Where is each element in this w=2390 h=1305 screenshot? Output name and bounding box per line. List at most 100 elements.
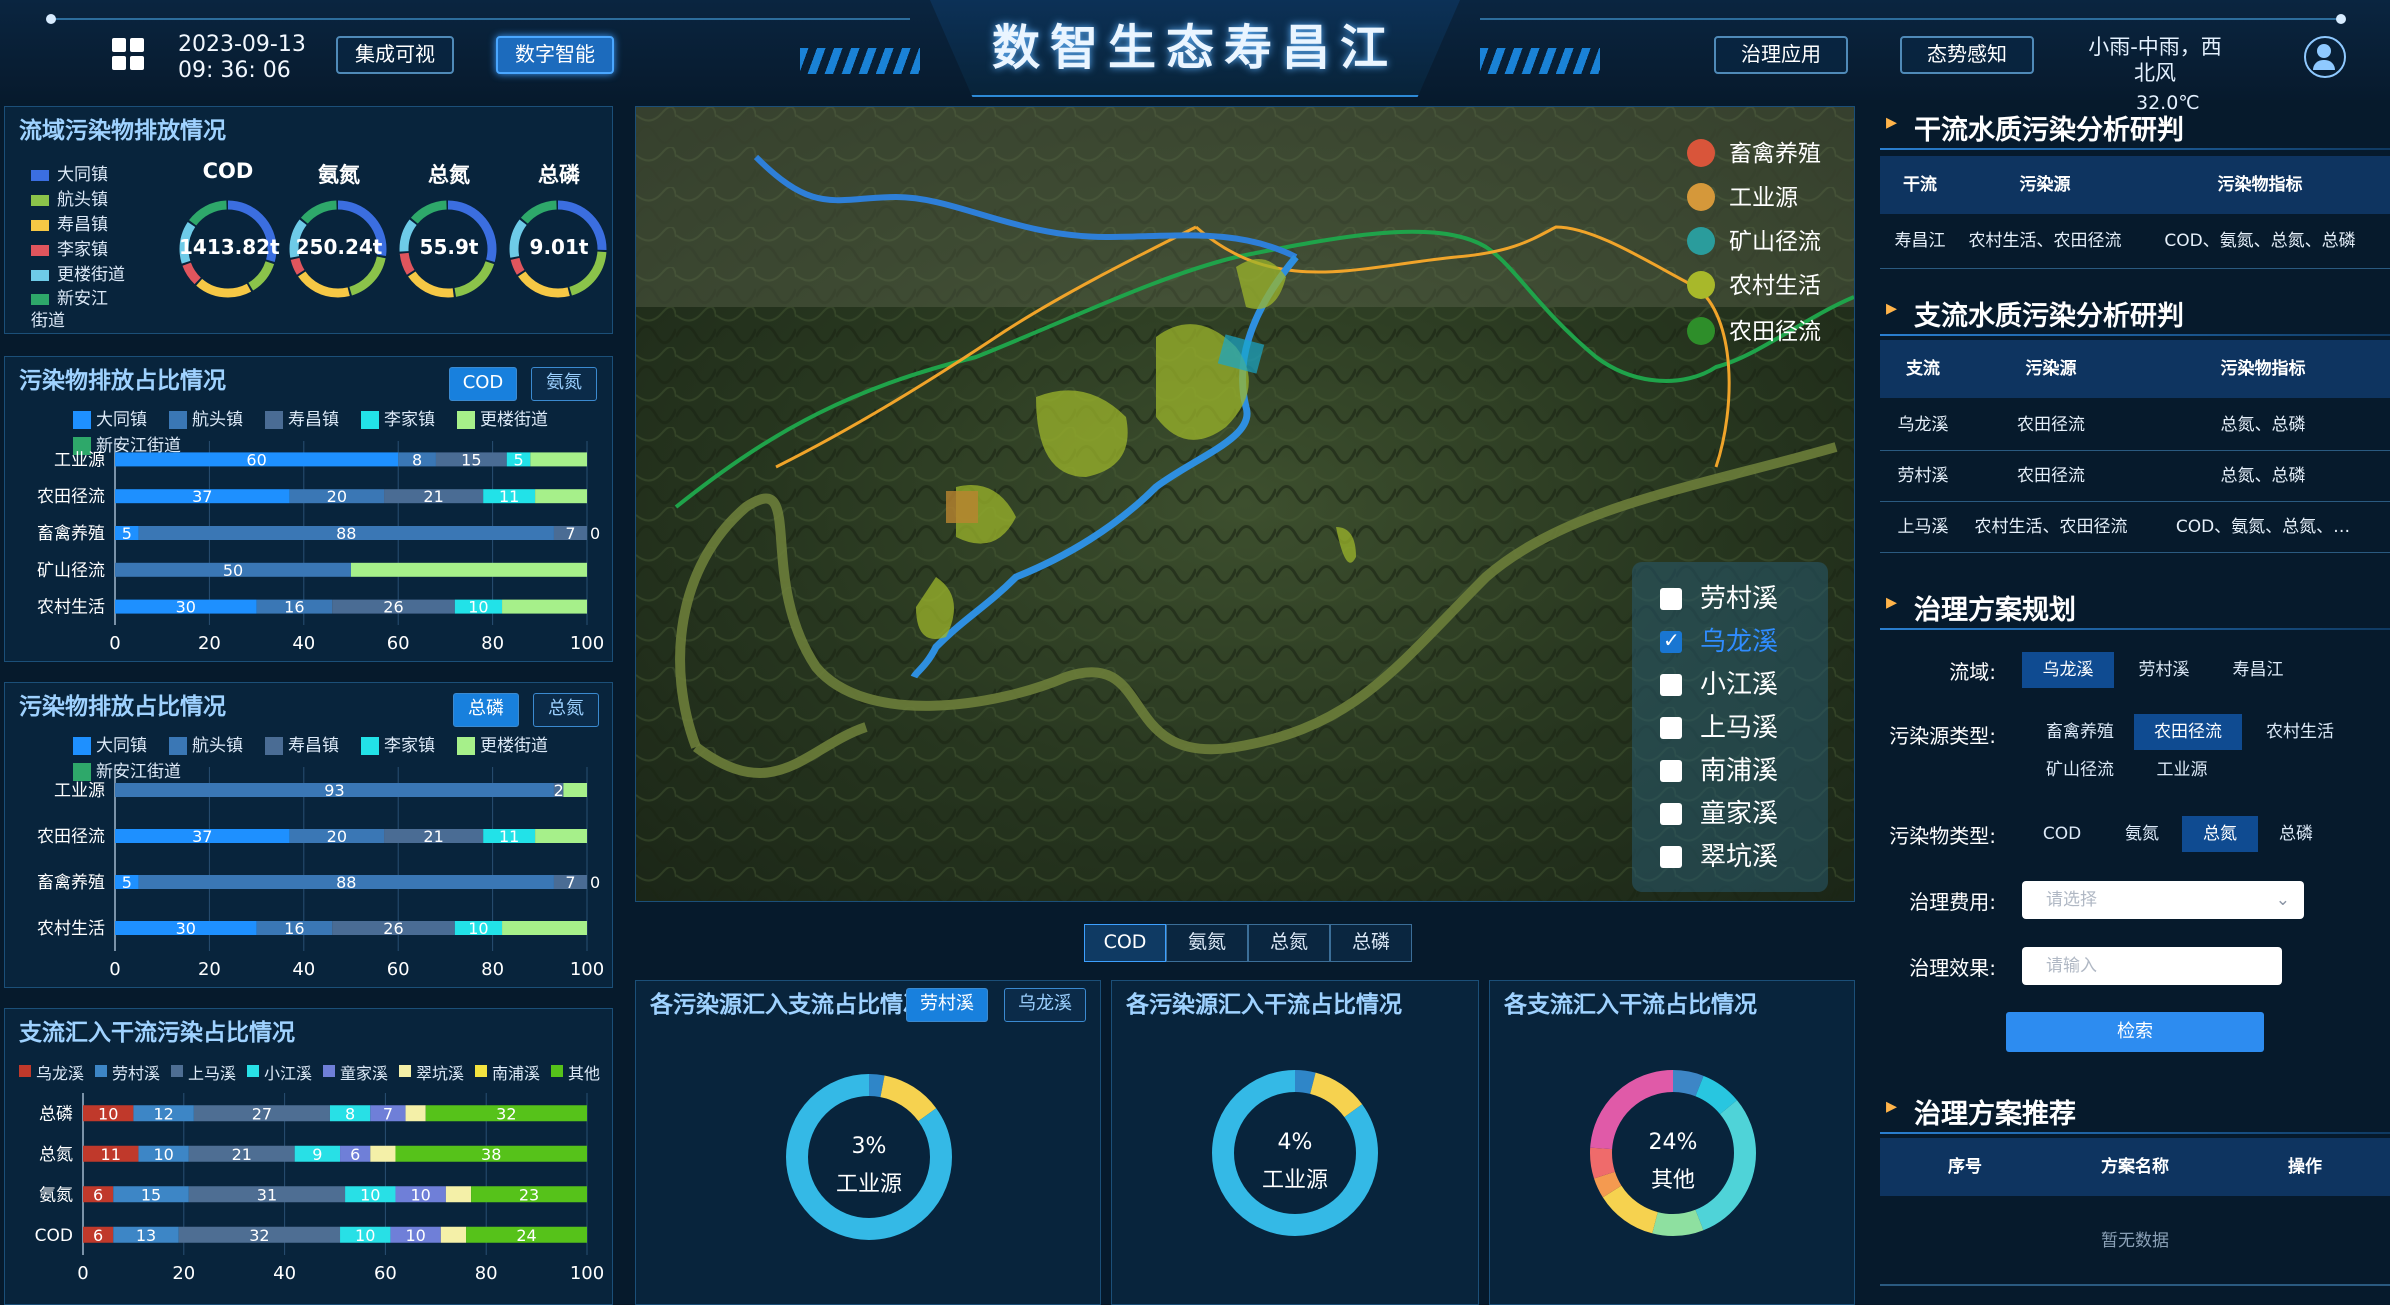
bar-value-label: 10	[98, 1104, 118, 1123]
stream-checkbox-cuikeng[interactable]: 翠坑溪	[1660, 836, 1778, 873]
ammonia-button[interactable]: 氨氮	[531, 367, 597, 401]
tn-button[interactable]: 总氮	[533, 693, 599, 727]
bar-value-label: 37	[192, 487, 212, 506]
nav-governance-app[interactable]: 治理应用	[1714, 36, 1848, 74]
stream-checkbox-nanpu[interactable]: 南浦溪	[1660, 750, 1778, 787]
bar-value-label: 5	[122, 524, 132, 543]
stream-checkbox-xiaojiang[interactable]: 小江溪	[1660, 664, 1778, 701]
pollutant-option-tn[interactable]: 总氮	[2182, 816, 2258, 852]
emission-donuts	[179, 200, 607, 298]
stream-checkbox-laocun[interactable]: 劳村溪	[1660, 578, 1778, 615]
share-panel-2-title: 污染物排放占比情况	[19, 694, 226, 720]
checkbox-icon[interactable]	[1660, 760, 1682, 782]
source-option-industrial[interactable]: 工业源	[2134, 752, 2230, 788]
nav-digital-intelligence[interactable]: 数字智能	[496, 36, 614, 74]
nav-integrated-visual[interactable]: 集成可视	[336, 36, 454, 74]
share-panel-2: 污染物排放占比情况 总磷 总氮 大同镇 航头镇 寿昌镇 李家镇 更楼街道 新安江街道 0 20…	[4, 682, 613, 988]
bar-value-label: 10	[468, 598, 488, 617]
pollutant-type-label: 污染物类型:	[1889, 824, 1996, 848]
table-row[interactable]: 寿昌江 农村生活、农田径流 COD、氨氮、总氮、总磷	[1880, 214, 2390, 269]
bar-value-label: 88	[336, 524, 356, 543]
cod-button[interactable]: COD	[449, 367, 517, 401]
effect-input[interactable]: 请输入	[2022, 947, 2282, 985]
map-legend-farmland[interactable]: 农田径流	[1687, 312, 1821, 346]
y-category-label: COD	[35, 1226, 73, 1246]
tab-ammonia[interactable]: 氨氮	[1166, 924, 1248, 962]
bar-value-label: 50	[223, 561, 243, 580]
bar-segment	[563, 783, 587, 797]
map-legend-mine[interactable]: 矿山径流	[1687, 222, 1821, 256]
legend-swatch	[169, 411, 187, 429]
header-dot-left	[46, 14, 56, 24]
bar-segment	[405, 1105, 426, 1122]
bar-value-label: 6	[350, 1145, 360, 1164]
bar-value-label: 15	[461, 450, 481, 469]
header-line-right	[1480, 18, 2340, 20]
bar-value-label: 21	[232, 1145, 252, 1164]
basin-option-laocun[interactable]: 劳村溪	[2118, 652, 2210, 688]
tp-button[interactable]: 总磷	[453, 693, 519, 727]
tributary-source-panel: 各污染源汇入支流占比情况 劳村溪 乌龙溪 3% 工业源	[635, 980, 1101, 1305]
stream-checkbox-wulong[interactable]: 乌龙溪	[1660, 621, 1778, 658]
legend-label: 更楼街道	[480, 410, 548, 430]
checkbox-checked-icon[interactable]	[1660, 628, 1682, 653]
stream-checkbox-shangma[interactable]: 上马溪	[1660, 707, 1778, 744]
bar-value-label: 20	[327, 487, 347, 506]
table-cell: 劳村溪	[1897, 466, 1949, 486]
table-cell: 农村生活、农田径流	[1974, 517, 2128, 537]
checkbox-icon[interactable]	[1660, 717, 1682, 739]
tab-tn[interactable]: 总氮	[1248, 924, 1330, 962]
bar-segment	[535, 829, 587, 843]
legend-swatch	[73, 737, 91, 755]
x-tick-label: 100	[570, 1263, 604, 1284]
user-icon[interactable]	[2304, 36, 2346, 78]
tab-tp[interactable]: 总磷	[1330, 924, 1412, 962]
checkbox-icon[interactable]	[1660, 588, 1682, 610]
donut-label-tp: 总磷	[538, 163, 580, 187]
x-tick-label: 80	[475, 1263, 498, 1284]
bar-value-label: 7	[383, 1104, 393, 1123]
pollutant-option-tp[interactable]: 总磷	[2258, 816, 2334, 852]
source-option-mine[interactable]: 矿山径流	[2032, 752, 2128, 788]
source-option-livestock[interactable]: 畜禽养殖	[2032, 714, 2128, 750]
table-row[interactable]: 乌龙溪 农田径流 总氮、总磷	[1880, 400, 2390, 451]
source-option-rural[interactable]: 农村生活	[2252, 714, 2348, 750]
table-row[interactable]: 劳村溪 农田径流 总氮、总磷	[1880, 451, 2390, 502]
legend-swatch	[265, 737, 283, 755]
pollutant-option-cod[interactable]: COD	[2024, 816, 2100, 852]
tributary-panel-title: 支流汇入干流污染占比情况	[19, 1020, 295, 1046]
bar-segment	[440, 1226, 467, 1243]
grid-menu-icon[interactable]	[112, 38, 144, 70]
table-cell: 寿昌江	[1894, 231, 1946, 251]
source-option-farmland[interactable]: 农田径流	[2134, 714, 2242, 750]
map-legend-rural[interactable]: 农村生活	[1687, 266, 1821, 300]
map-legend-livestock[interactable]: 畜禽养殖	[1687, 134, 1821, 168]
cost-select[interactable]: 请选择 ⌄	[2022, 881, 2304, 919]
search-button[interactable]: 检索	[2006, 1012, 2264, 1052]
checkbox-icon[interactable]	[1660, 803, 1682, 825]
table-row[interactable]: 上马溪 农村生活、农田径流 COD、氨氮、总氮、…	[1880, 502, 2390, 553]
x-tick-label: 60	[374, 1263, 397, 1284]
map-legend-industrial[interactable]: 工业源	[1687, 178, 1798, 212]
nav-situation-awareness[interactable]: 态势感知	[1900, 36, 2034, 74]
divider	[1880, 334, 2390, 336]
title-stripes-left	[800, 48, 920, 74]
donut-value-cod: 1413.82t	[179, 235, 280, 259]
table-header-cell: 方案名称	[2101, 1157, 2169, 1177]
bar-value-label: 11	[101, 1145, 121, 1164]
y-category-label: 农村生活	[37, 598, 105, 618]
y-category-label: 畜禽养殖	[37, 873, 105, 893]
checkbox-icon[interactable]	[1660, 674, 1682, 696]
tab-cod[interactable]: COD	[1084, 924, 1166, 962]
legend-label: 大同镇	[96, 736, 147, 756]
basin-option-wulong[interactable]: 乌龙溪	[2022, 652, 2114, 688]
pollutant-option-ammonia[interactable]: 氨氮	[2104, 816, 2180, 852]
bar-value-label: 7	[565, 524, 575, 543]
stream-checkbox-tongjia[interactable]: 童家溪	[1660, 793, 1778, 830]
bar-value-label: 38	[481, 1145, 501, 1164]
basin-option-shouchang[interactable]: 寿昌江	[2212, 652, 2304, 688]
checkbox-icon[interactable]	[1660, 846, 1682, 868]
bar-value-label: 88	[336, 873, 356, 892]
divider	[1880, 1284, 2390, 1286]
chevron-down-icon: ⌄	[2275, 890, 2290, 910]
